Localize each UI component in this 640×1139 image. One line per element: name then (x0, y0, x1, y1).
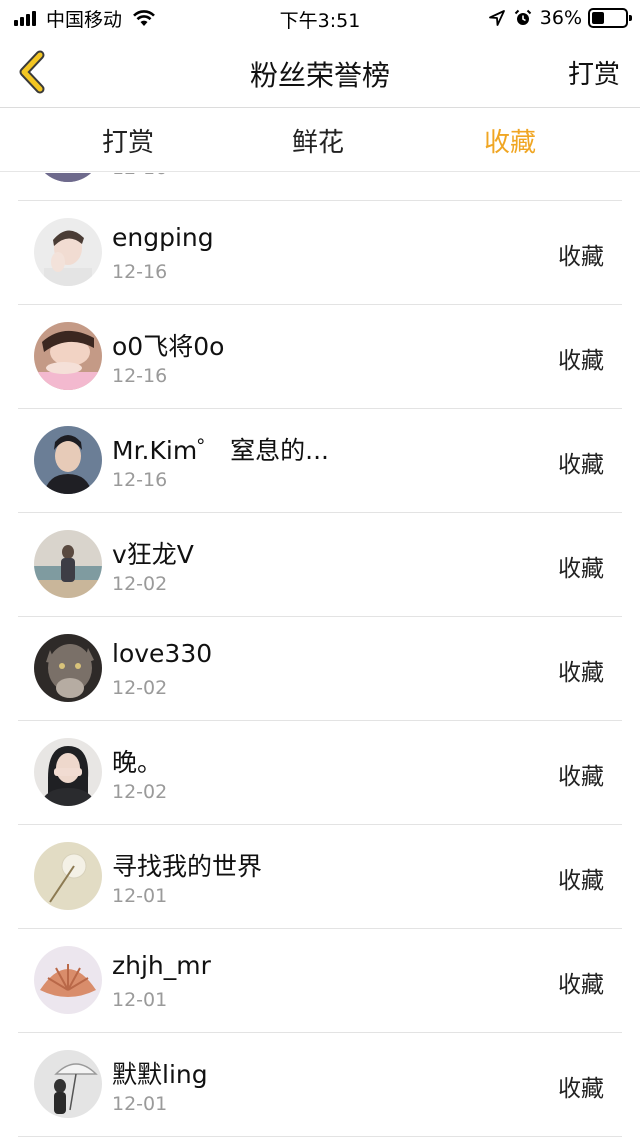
avatar[interactable] (34, 530, 102, 598)
action-label: 收藏 (558, 244, 604, 270)
list-item[interactable]: engping 12-16 收藏 (18, 201, 622, 305)
favorite-date: 12-02 (112, 781, 168, 803)
action-label: 收藏 (558, 868, 604, 894)
action-label: 收藏 (558, 764, 604, 790)
action-label: 收藏 (558, 1076, 604, 1102)
favorite-date: 12-02 (112, 677, 168, 699)
user-name: 默默ling (112, 1060, 208, 1089)
favorite-date: 12-01 (112, 885, 168, 907)
action-label: 收藏 (558, 660, 604, 686)
list-item[interactable]: v狂龙V 12-02 收藏 (18, 513, 622, 617)
user-name: 寻找我的世界 (112, 852, 263, 881)
avatar[interactable] (34, 1050, 102, 1118)
list-item[interactable]: 12-16 收藏 (18, 173, 622, 201)
fan-list[interactable]: 12-16 收藏 engping 12-16 收藏 o0飞将0o 12-16 收… (0, 173, 640, 1139)
navigation-bar: 粉丝荣誉榜 打赏 (0, 36, 640, 108)
user-name: Mr.Kim゜ 窒息的... (112, 436, 329, 465)
list-item[interactable]: 寻找我的世界 12-01 收藏 (18, 825, 622, 929)
user-name: v狂龙V (112, 540, 194, 569)
favorite-date: 12-02 (112, 573, 168, 595)
user-name: o0飞将0o (112, 332, 225, 361)
reward-button[interactable]: 打赏 (568, 54, 620, 91)
favorite-date: 12-01 (112, 1093, 168, 1115)
battery-percent: 36% (539, 7, 582, 29)
avatar[interactable] (34, 218, 102, 286)
action-label: 收藏 (558, 556, 604, 582)
list-item[interactable]: zhjh_mr 12-01 收藏 (18, 929, 622, 1033)
favorite-date: 12-16 (112, 365, 168, 387)
location-icon (488, 10, 505, 26)
status-bar: 中国移动 下午3:51 36% (0, 0, 640, 36)
tab-reward[interactable]: 打赏 (68, 122, 188, 159)
avatar[interactable] (34, 634, 102, 702)
user-name: zhjh_mr (112, 951, 211, 980)
action-label: 收藏 (558, 972, 604, 998)
list-item[interactable]: 默默ling 12-01 收藏 (18, 1033, 622, 1137)
avatar[interactable] (34, 426, 102, 494)
user-name: engping (112, 223, 214, 252)
list-item[interactable]: 晚。 12-02 收藏 (18, 721, 622, 825)
favorite-date: 12-16 (112, 469, 168, 491)
action-label: 收藏 (558, 348, 604, 374)
avatar[interactable] (34, 738, 102, 806)
user-name: love330 (112, 639, 213, 668)
battery-icon (588, 8, 632, 28)
tab-favorites[interactable]: 收藏 (450, 122, 570, 159)
status-right: 36% (480, 6, 632, 30)
avatar[interactable] (34, 322, 102, 390)
battery-fill (592, 12, 604, 24)
list-item[interactable]: o0飞将0o 12-16 收藏 (18, 305, 622, 409)
favorite-date: 12-01 (112, 989, 168, 1011)
list-item[interactable]: Mr.Kim゜ 窒息的... 12-16 收藏 (18, 409, 622, 513)
alarm-icon (514, 9, 531, 25)
page-title: 粉丝荣誉榜 (249, 59, 390, 92)
avatar[interactable] (34, 842, 102, 910)
avatar[interactable] (34, 173, 102, 182)
tab-bar: 打赏 鲜花 收藏 (0, 108, 640, 172)
list-item[interactable]: love330 12-02 收藏 (18, 617, 622, 721)
tab-flowers[interactable]: 鲜花 (258, 122, 378, 159)
favorite-date: 12-16 (112, 173, 167, 179)
user-name: 晚。 (112, 748, 163, 777)
avatar[interactable] (34, 946, 102, 1014)
action-label: 收藏 (558, 452, 604, 478)
favorite-date: 12-16 (112, 261, 168, 283)
